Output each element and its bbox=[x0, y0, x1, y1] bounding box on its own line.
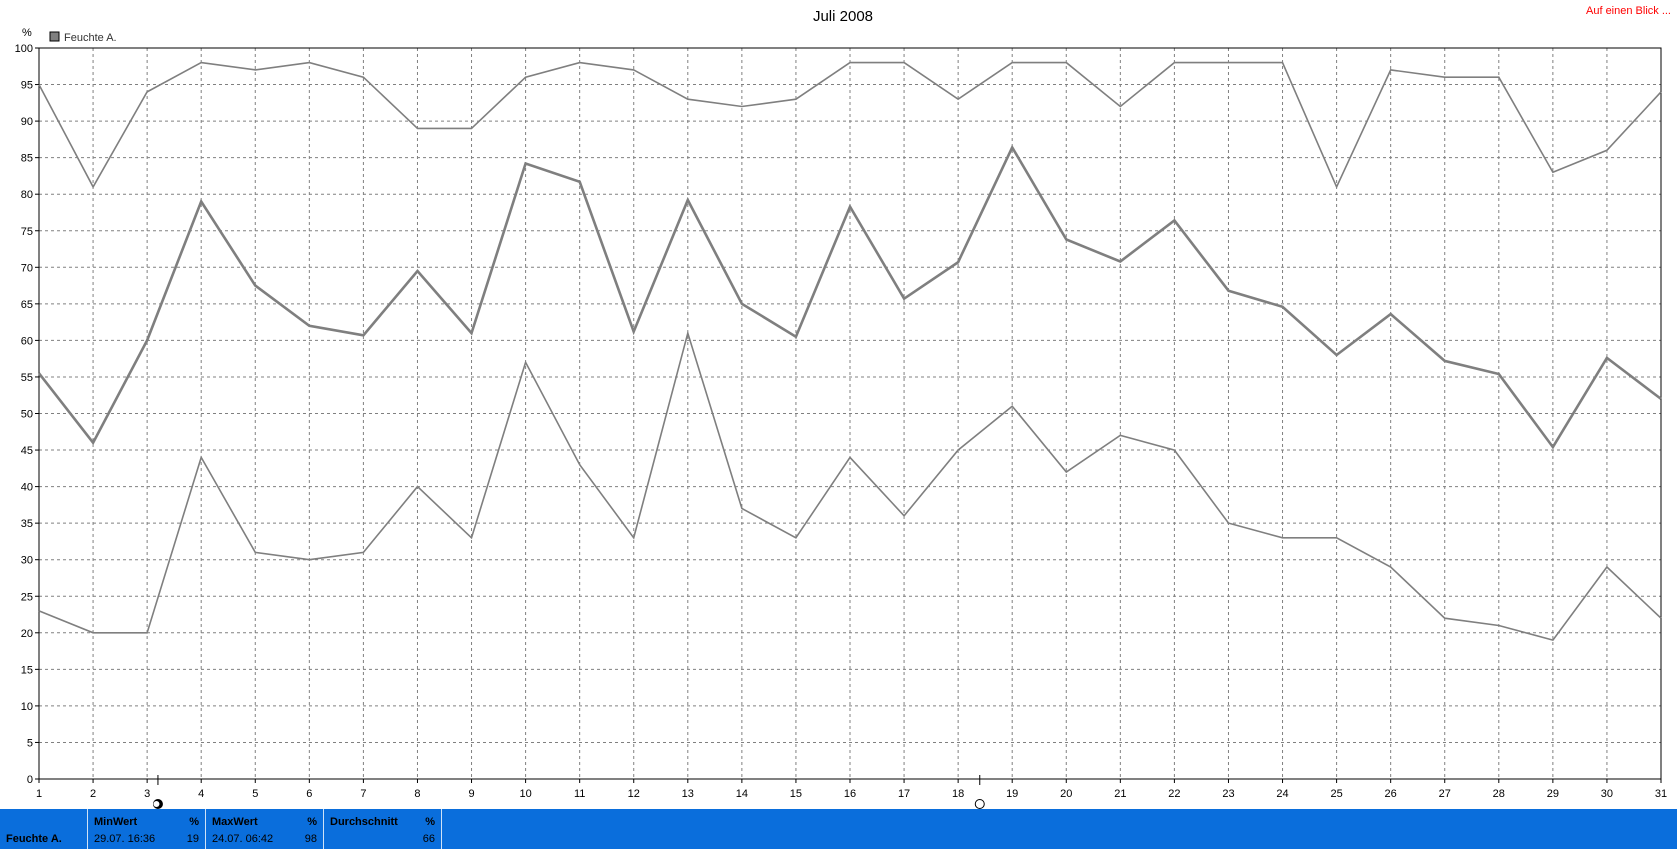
stats-max-head: MaxWert bbox=[212, 816, 258, 828]
y-tick-label: 35 bbox=[21, 518, 33, 530]
y-tick-label: 40 bbox=[21, 482, 33, 494]
x-tick-label: 16 bbox=[844, 788, 856, 800]
y-tick-labels: 0 5 10 15 20 25 30 35 40 45 50 55 60 65 70 75 80 85 90 95 10… bbox=[15, 43, 33, 786]
y-tick-label: 55 bbox=[21, 372, 33, 384]
x-tick-label: 11 bbox=[574, 788, 585, 800]
axes bbox=[35, 47, 1662, 783]
stats-min-time: 29.07. 16:36 bbox=[94, 833, 156, 845]
y-tick-label: 5 bbox=[27, 737, 33, 749]
x-tick-label: 8 bbox=[414, 788, 420, 800]
x-tick-label: 18 bbox=[952, 788, 964, 800]
y-tick-label: 60 bbox=[21, 335, 33, 347]
y-axis-unit: % bbox=[22, 27, 32, 39]
x-tick-label: 26 bbox=[1385, 788, 1397, 800]
x-tick-label: 30 bbox=[1601, 788, 1613, 800]
y-tick-label: 70 bbox=[21, 262, 33, 274]
stats-bar: Feuchte A. MinWert % 29.07. 16:36 19 Max… bbox=[0, 809, 1677, 849]
x-tick-label: 1 bbox=[36, 788, 42, 800]
stats-max-unit: % bbox=[307, 816, 317, 828]
x-tick-label: 4 bbox=[198, 788, 204, 800]
y-tick-label: 75 bbox=[21, 226, 33, 238]
y-tick-label: 10 bbox=[21, 701, 33, 713]
legend-label: Feuchte A. bbox=[64, 32, 117, 44]
x-tick-label: 17 bbox=[898, 788, 910, 800]
x-tick-label: 6 bbox=[306, 788, 312, 800]
x-tick-label: 21 bbox=[1114, 788, 1126, 800]
x-tick-label: 23 bbox=[1222, 788, 1234, 800]
stats-avg-cell: Durchschnitt % 66 bbox=[324, 809, 442, 849]
x-tick-label: 15 bbox=[790, 788, 802, 800]
x-tick-label: 3 bbox=[144, 788, 150, 800]
y-tick-label: 0 bbox=[27, 774, 33, 786]
chart-window: Juli 2008 % 0 5 10 15 20 25 30 35 40 45 50 55 60 65 70… bbox=[0, 0, 1677, 849]
y-tick-label: 80 bbox=[21, 189, 33, 201]
legend-swatch bbox=[49, 31, 60, 42]
stats-min-value: 19 bbox=[186, 833, 199, 845]
y-tick-label: 20 bbox=[21, 628, 33, 640]
stats-avg-head: Durchschnitt bbox=[330, 816, 398, 828]
y-tick-label: 90 bbox=[21, 116, 33, 128]
stats-avg-unit: % bbox=[425, 816, 435, 828]
x-tick-label: 20 bbox=[1060, 788, 1072, 800]
x-tick-label: 7 bbox=[360, 788, 366, 800]
stats-max-time: 24.07. 06:42 bbox=[212, 833, 274, 845]
y-tick-label: 100 bbox=[15, 43, 33, 55]
x-tick-label: 25 bbox=[1330, 788, 1342, 800]
x-tick-label: 24 bbox=[1276, 788, 1288, 800]
chart-title: Juli 2008 bbox=[813, 8, 873, 25]
x-tick-label: 13 bbox=[682, 788, 694, 800]
x-tick-label: 27 bbox=[1439, 788, 1451, 800]
y-tick-label: 25 bbox=[21, 591, 33, 603]
legend: Feuchte A. bbox=[49, 31, 117, 44]
stats-max-value: 98 bbox=[304, 833, 317, 845]
x-tick-labels: 1 2 3 4 5 6 7 8 9 10 11 12 13 14 15 16 17 18 19 20 21 22 23 24 2… bbox=[36, 788, 1667, 800]
y-tick-label: 65 bbox=[21, 299, 33, 311]
new-moon-marker-highlight bbox=[153, 801, 160, 807]
stats-min-head: MinWert bbox=[94, 816, 138, 828]
stats-min-unit: % bbox=[189, 816, 199, 828]
full-moon-marker bbox=[974, 799, 985, 809]
x-tick-label: 29 bbox=[1547, 788, 1559, 800]
stats-min-cell: MinWert % 29.07. 16:36 19 bbox=[88, 809, 206, 849]
y-tick-label: 30 bbox=[21, 555, 33, 567]
x-tick-label: 14 bbox=[736, 788, 748, 800]
x-tick-label: 22 bbox=[1168, 788, 1180, 800]
stats-series-label: Feuchte A. bbox=[6, 833, 62, 845]
overview-link[interactable]: Auf einen Blick ... bbox=[1586, 5, 1671, 17]
grid bbox=[39, 48, 1661, 779]
stats-series-cell: Feuchte A. bbox=[0, 809, 88, 849]
humidity-chart: Juli 2008 % 0510152025303540455055606570… bbox=[15, 8, 1667, 809]
y-tick-label: 45 bbox=[21, 445, 33, 457]
x-tick-label: 9 bbox=[468, 788, 474, 800]
x-tick-label: 28 bbox=[1493, 788, 1505, 800]
x-tick-label: 19 bbox=[1006, 788, 1018, 800]
x-tick-label: 2 bbox=[90, 788, 96, 800]
stats-max-cell: MaxWert % 24.07. 06:42 98 bbox=[206, 809, 324, 849]
x-tick-label: 31 bbox=[1655, 788, 1667, 800]
x-tick-label: 5 bbox=[252, 788, 258, 800]
x-tick-label: 10 bbox=[519, 788, 531, 800]
y-tick-label: 50 bbox=[21, 409, 33, 421]
y-tick-label: 95 bbox=[21, 80, 33, 92]
moon-markers bbox=[152, 775, 985, 809]
x-tick-label: 12 bbox=[628, 788, 640, 800]
stats-avg-value: 66 bbox=[422, 833, 435, 845]
y-tick-label: 15 bbox=[21, 664, 33, 676]
y-tick-label: 85 bbox=[21, 153, 33, 165]
